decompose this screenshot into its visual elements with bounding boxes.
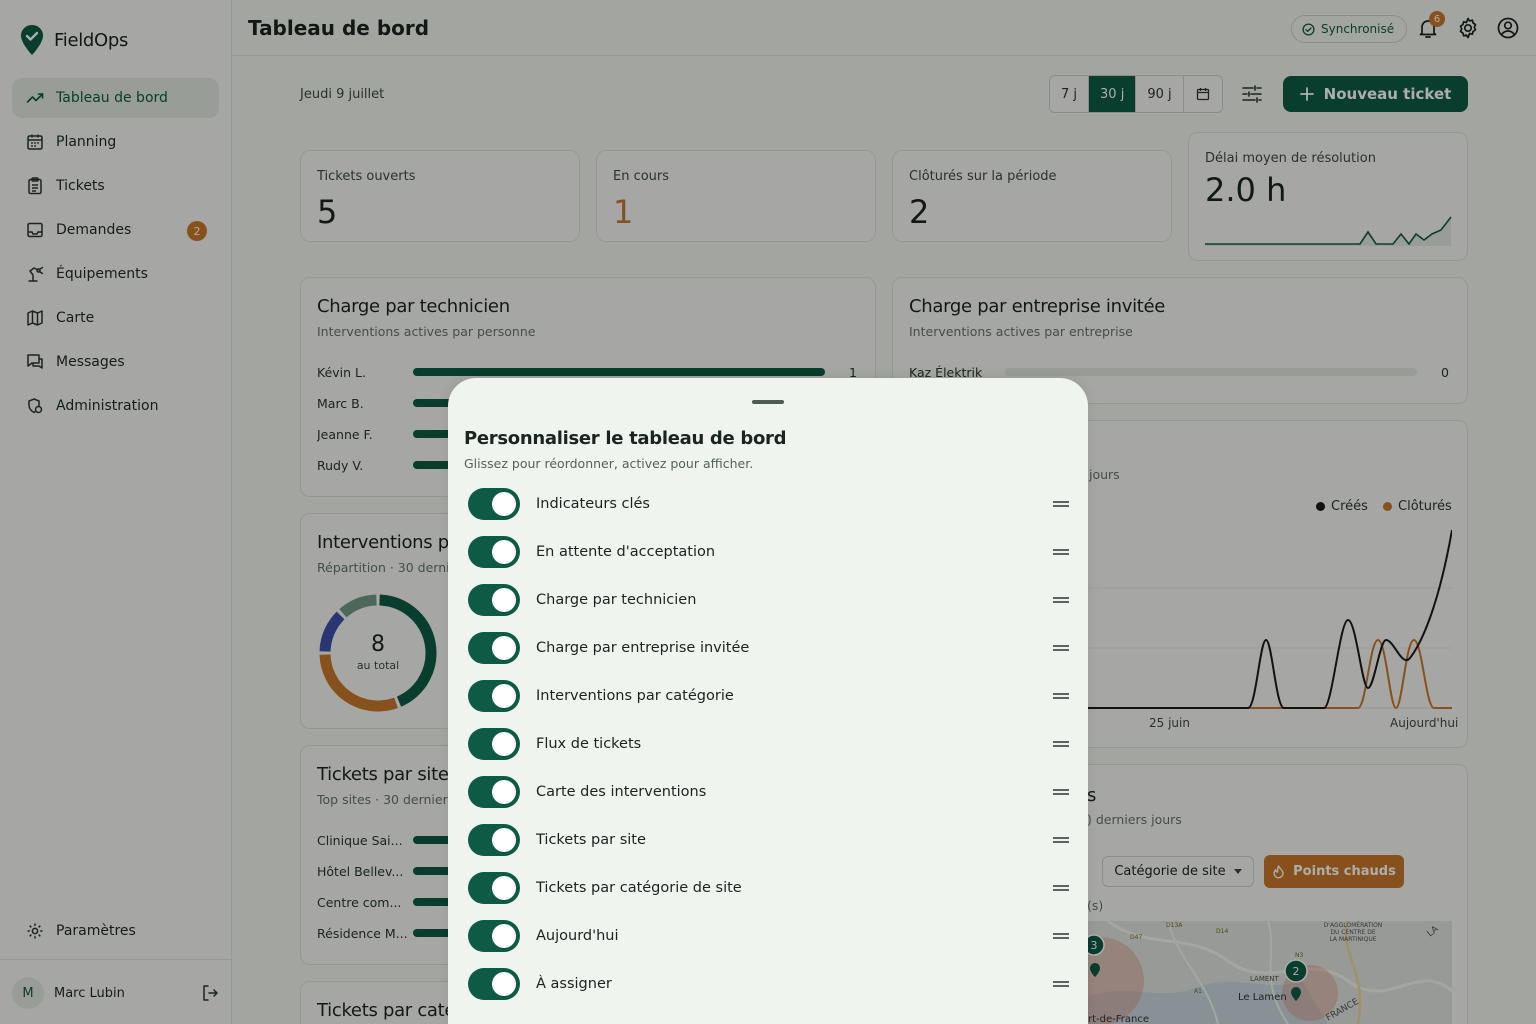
sheet-drag-handle[interactable] [752,400,784,404]
widget-row[interactable]: À assigner [468,966,1070,1002]
widget-toggle[interactable] [468,488,520,520]
widget-row[interactable]: Carte des interventions [468,774,1070,810]
widget-toggle[interactable] [468,872,520,904]
widget-toggle[interactable] [468,776,520,808]
drag-handle-icon[interactable] [1052,687,1070,705]
drag-handle-icon[interactable] [1052,639,1070,657]
widget-toggle[interactable] [468,680,520,712]
widget-toggle[interactable] [468,824,520,856]
widget-label: Tickets par catégorie de site [536,880,742,896]
drag-handle-icon[interactable] [1052,831,1070,849]
sheet-subtitle: Glissez pour réordonner, activez pour af… [464,456,754,471]
widget-row[interactable]: Aujourd'hui [468,918,1070,954]
widget-label: Carte des interventions [536,784,707,800]
customize-dashboard-sheet: Personnaliser le tableau de bord Glissez… [448,378,1088,1024]
widget-label: Aujourd'hui [536,928,619,944]
widget-label: Indicateurs clés [536,496,650,512]
drag-handle-icon[interactable] [1052,783,1070,801]
widget-toggle[interactable] [468,632,520,664]
widget-row[interactable]: En attente d'acceptation [468,534,1070,570]
widget-label: Tickets par site [536,832,646,848]
widget-label: À assigner [536,976,612,992]
drag-handle-icon[interactable] [1052,495,1070,513]
widget-toggle[interactable] [468,536,520,568]
widget-row[interactable]: Tickets par site [468,822,1070,858]
widget-label: Flux de tickets [536,736,642,752]
widget-toggle[interactable] [468,728,520,760]
widget-row[interactable]: Tickets par catégorie de site [468,870,1070,906]
drag-handle-icon[interactable] [1052,975,1070,993]
widget-toggle[interactable] [468,920,520,952]
widget-label: En attente d'acceptation [536,544,716,560]
drag-handle-icon[interactable] [1052,735,1070,753]
widget-label: Charge par technicien [536,592,697,608]
widget-toggle[interactable] [468,584,520,616]
widget-label: Interventions par catégorie [536,688,734,704]
widget-label: Charge par entreprise invitée [536,640,750,656]
widget-toggle[interactable] [468,968,520,1000]
drag-handle-icon[interactable] [1052,591,1070,609]
widget-row[interactable]: Charge par technicien [468,582,1070,618]
widget-row[interactable]: Interventions par catégorie [468,678,1070,714]
drag-handle-icon[interactable] [1052,543,1070,561]
widget-row[interactable]: Charge par entreprise invitée [468,630,1070,666]
drag-handle-icon[interactable] [1052,879,1070,897]
drag-handle-icon[interactable] [1052,927,1070,945]
widget-row[interactable]: Indicateurs clés [468,486,1070,522]
sheet-title: Personnaliser le tableau de bord [464,428,787,449]
widget-row[interactable]: Flux de tickets [468,726,1070,762]
